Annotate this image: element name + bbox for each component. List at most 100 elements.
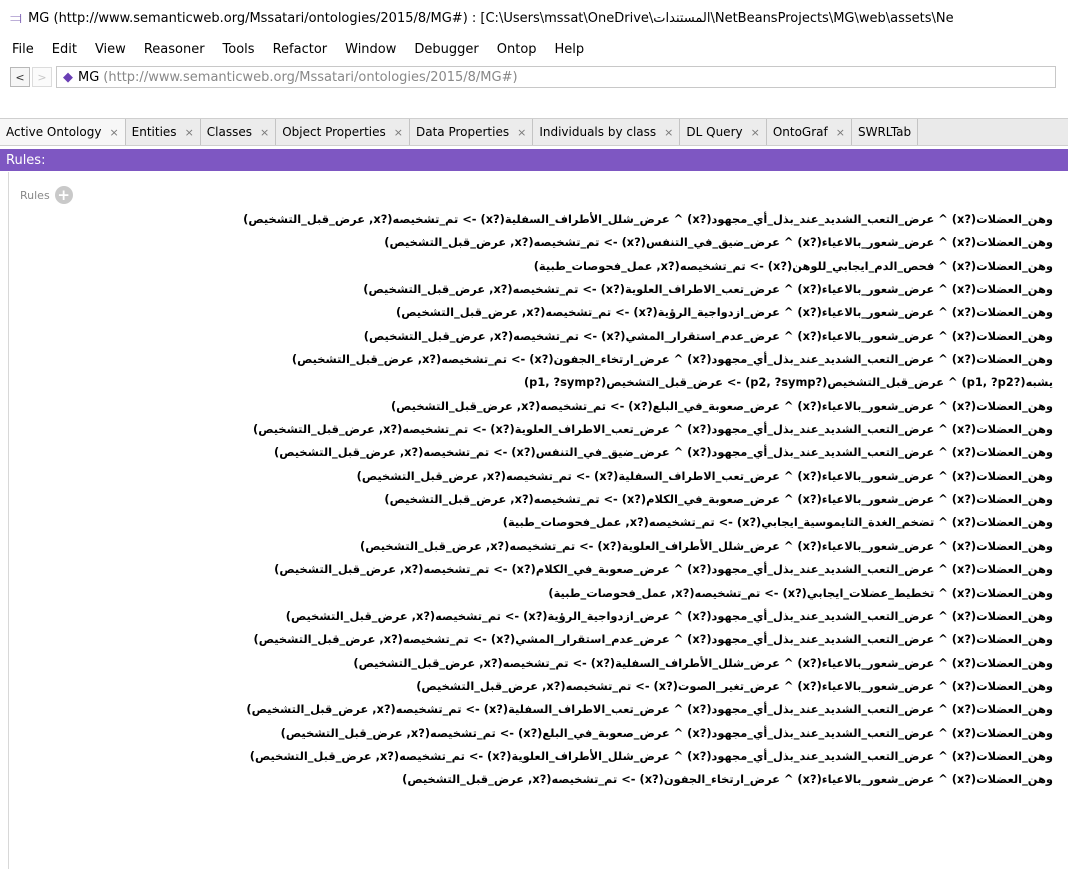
rule-text: وهن_العضلات(?x) ^ عرض_التعب_الشديد_عند_ب… — [273, 445, 1053, 460]
rule-row[interactable]: وهن_العضلات(?x) ^ عرض_التعب_الشديد_عند_ب… — [13, 698, 1053, 721]
tab-label: Classes — [206, 125, 252, 139]
rules-list: وهن_العضلات(?x) ^ عرض_التعب_الشديد_عند_ب… — [13, 208, 1053, 792]
tab-individuals-by-class[interactable]: Individuals by class × — [533, 119, 681, 145]
rule-row[interactable]: وهن_العضلات(?x) ^ عرض_شعور_بالاعياء(?x) … — [13, 301, 1053, 324]
tab-label: SWRLTab — [857, 125, 912, 139]
rule-text: وهن_العضلات(?x) ^ عرض_التعب_الشديد_عند_ب… — [253, 632, 1053, 647]
menu-file[interactable]: File — [4, 42, 44, 57]
add-rule-icon[interactable]: + — [54, 186, 73, 204]
window-title: MG (http://www.semanticweb.org/Mssatari/… — [28, 10, 954, 26]
close-icon[interactable]: × — [394, 126, 403, 139]
menu-ontop[interactable]: Ontop — [489, 42, 547, 57]
rule-row[interactable]: وهن_العضلات(?x) ^ عرض_شعور_بالاعياء(?x) … — [13, 325, 1053, 348]
rule-row[interactable]: وهن_العضلات(?x) ^ عرض_التعب_الشديد_عند_ب… — [13, 558, 1053, 581]
tab-classes[interactable]: Classes × — [200, 119, 277, 145]
close-icon[interactable]: × — [260, 126, 269, 139]
rule-row[interactable]: وهن_العضلات(?x) ^ عرض_التعب_الشديد_عند_ب… — [13, 745, 1053, 768]
menu-view[interactable]: View — [87, 42, 136, 57]
rule-text: وهن_العضلات(?x) ^ عرض_التعب_الشديد_عند_ب… — [285, 608, 1053, 623]
rule-text: وهن_العضلات(?x) ^ عرض_التعب_الشديد_عند_ب… — [249, 748, 1053, 763]
ontology-address-bar: < > ◆ MG (http://www.semanticweb.org/Mss… — [0, 62, 1068, 92]
tab-object-properties[interactable]: Object Properties × — [276, 119, 410, 145]
ontology-diamond-icon: ◆ — [63, 69, 73, 85]
rule-row[interactable]: وهن_العضلات(?x) ^ عرض_التعب_الشديد_عند_ب… — [13, 418, 1053, 441]
rule-text: وهن_العضلات(?x) ^ عرض_شعور_بالاعياء(?x) … — [402, 772, 1053, 787]
ontology-name: MG — [78, 69, 100, 85]
rule-text: وهن_العضلات(?x) ^ عرض_التعب_الشديد_عند_ب… — [291, 352, 1053, 367]
rule-text: وهن_العضلات(?x) ^ عرض_شعور_بالاعياء(?x) … — [363, 282, 1053, 297]
rule-row[interactable]: وهن_العضلات(?x) ^ عرض_التعب_الشديد_عند_ب… — [13, 208, 1053, 231]
rule-text: وهن_العضلات(?x) ^ عرض_شعور_بالاعياء(?x) … — [416, 678, 1053, 693]
rule-text: وهن_العضلات(?x) ^ فحص_الدم_ايجابي_للوهن(… — [533, 258, 1053, 273]
tab-swrltab[interactable]: SWRLTab — [851, 119, 919, 145]
tab-active-ontology[interactable]: Active Ontology × — [0, 119, 126, 145]
rule-text: وهن_العضلات(?x) ^ تضخم_الغدة_التايموسية_… — [502, 515, 1053, 530]
rule-text: وهن_العضلات(?x) ^ عرض_شعور_بالاعياء(?x) … — [384, 492, 1053, 507]
close-icon[interactable]: × — [836, 126, 845, 139]
rule-text: وهن_العضلات(?x) ^ عرض_شعور_بالاعياء(?x) … — [360, 538, 1053, 553]
tab-dl-query[interactable]: DL Query × — [680, 119, 767, 145]
rules-list-header: Rules + — [20, 186, 73, 204]
menu-tools[interactable]: Tools — [215, 42, 265, 57]
rule-row[interactable]: وهن_العضلات(?x) ^ تخطيط_عضلات_ايجابي(?x)… — [13, 582, 1053, 605]
rule-text: وهن_العضلات(?x) ^ عرض_شعور_بالاعياء(?x) … — [384, 235, 1053, 250]
panel-divider — [8, 172, 9, 869]
rule-row[interactable]: وهن_العضلات(?x) ^ عرض_شعور_بالاعياء(?x) … — [13, 652, 1053, 675]
tab-data-properties[interactable]: Data Properties × — [409, 119, 534, 145]
close-icon[interactable]: × — [185, 126, 194, 139]
rule-row[interactable]: وهن_العضلات(?x) ^ عرض_شعور_بالاعياء(?x) … — [13, 278, 1053, 301]
rule-row[interactable]: وهن_العضلات(?x) ^ فحص_الدم_ايجابي_للوهن(… — [13, 255, 1053, 278]
rule-row[interactable]: وهن_العضلات(?x) ^ عرض_التعب_الشديد_عند_ب… — [13, 628, 1053, 651]
rule-row[interactable]: وهن_العضلات(?x) ^ عرض_شعور_بالاعياء(?x) … — [13, 395, 1053, 418]
tab-label: Entities — [131, 125, 177, 139]
forward-button[interactable]: > — [32, 67, 52, 87]
tab-bar: Active Ontology × Entities × Classes × O… — [0, 118, 1068, 146]
close-icon[interactable]: × — [751, 126, 760, 139]
close-icon[interactable]: × — [664, 126, 673, 139]
tab-label: OntoGraf — [772, 125, 828, 139]
tab-label: DL Query — [686, 125, 743, 139]
menu-help[interactable]: Help — [547, 42, 595, 57]
rule-text: وهن_العضلات(?x) ^ تخطيط_عضلات_ايجابي(?x)… — [548, 585, 1053, 600]
rule-text: وهن_العضلات(?x) ^ عرض_التعب_الشديد_عند_ب… — [243, 212, 1053, 226]
menu-refactor[interactable]: Refactor — [265, 42, 338, 57]
close-icon[interactable]: × — [109, 126, 118, 139]
rule-text: وهن_العضلات(?x) ^ عرض_التعب_الشديد_عند_ب… — [274, 562, 1053, 577]
rule-row[interactable]: وهن_العضلات(?x) ^ عرض_التعب_الشديد_عند_ب… — [13, 722, 1053, 745]
rule-row[interactable]: وهن_العضلات(?x) ^ عرض_شعور_بالاعياء(?x) … — [13, 768, 1053, 791]
rule-row[interactable]: وهن_العضلات(?x) ^ عرض_شعور_بالاعياء(?x) … — [13, 465, 1053, 488]
rules-label: Rules — [20, 188, 50, 202]
rule-row[interactable]: وهن_العضلات(?x) ^ تضخم_الغدة_التايموسية_… — [13, 511, 1053, 534]
menu-bar: File Edit View Reasoner Tools Refactor W… — [0, 36, 1068, 62]
rule-row[interactable]: يشبه(?p1, ?p2) ^ عرض_قبل_التشخيص(?p2, ?s… — [13, 371, 1053, 394]
close-icon[interactable]: × — [517, 126, 526, 139]
tab-label: Individuals by class — [539, 125, 657, 139]
rule-text: وهن_العضلات(?x) ^ عرض_التعب_الشديد_عند_ب… — [280, 725, 1053, 740]
menu-edit[interactable]: Edit — [44, 42, 87, 57]
rule-text: وهن_العضلات(?x) ^ عرض_شعور_بالاعياء(?x) … — [356, 468, 1053, 483]
menu-window[interactable]: Window — [337, 42, 406, 57]
rule-row[interactable]: وهن_العضلات(?x) ^ عرض_التعب_الشديد_عند_ب… — [13, 348, 1053, 371]
tab-label: Active Ontology — [6, 125, 102, 139]
rule-text: وهن_العضلات(?x) ^ عرض_شعور_بالاعياء(?x) … — [396, 305, 1053, 320]
window-title-bar: ⫤ MG (http://www.semanticweb.org/Mssatar… — [0, 0, 1068, 36]
rule-row[interactable]: وهن_العضلات(?x) ^ عرض_شعور_بالاعياء(?x) … — [13, 231, 1053, 254]
tab-label: Object Properties — [282, 125, 386, 139]
rule-row[interactable]: وهن_العضلات(?x) ^ عرض_التعب_الشديد_عند_ب… — [13, 605, 1053, 628]
rule-row[interactable]: وهن_العضلات(?x) ^ عرض_شعور_بالاعياء(?x) … — [13, 535, 1053, 558]
tab-entities[interactable]: Entities × — [125, 119, 201, 145]
ontology-uri: (http://www.semanticweb.org/Mssatari/ont… — [103, 69, 518, 85]
rule-text: يشبه(?p1, ?p2) ^ عرض_قبل_التشخيص(?p2, ?s… — [523, 375, 1053, 390]
ontology-uri-field[interactable]: ◆ MG (http://www.semanticweb.org/Mssatar… — [56, 66, 1056, 88]
menu-debugger[interactable]: Debugger — [406, 42, 488, 57]
tab-ontograf[interactable]: OntoGraf × — [766, 119, 852, 145]
rule-row[interactable]: وهن_العضلات(?x) ^ عرض_التعب_الشديد_عند_ب… — [13, 441, 1053, 464]
rule-row[interactable]: وهن_العضلات(?x) ^ عرض_شعور_بالاعياء(?x) … — [13, 488, 1053, 511]
rule-text: وهن_العضلات(?x) ^ عرض_التعب_الشديد_عند_ب… — [246, 702, 1053, 717]
rule-text: وهن_العضلات(?x) ^ عرض_شعور_بالاعياء(?x) … — [363, 328, 1053, 343]
tab-label: Data Properties — [415, 125, 510, 139]
rule-row[interactable]: وهن_العضلات(?x) ^ عرض_شعور_بالاعياء(?x) … — [13, 675, 1053, 698]
rules-section-header: Rules: — [0, 149, 1068, 171]
back-button[interactable]: < — [10, 67, 30, 87]
menu-reasoner[interactable]: Reasoner — [136, 42, 215, 57]
